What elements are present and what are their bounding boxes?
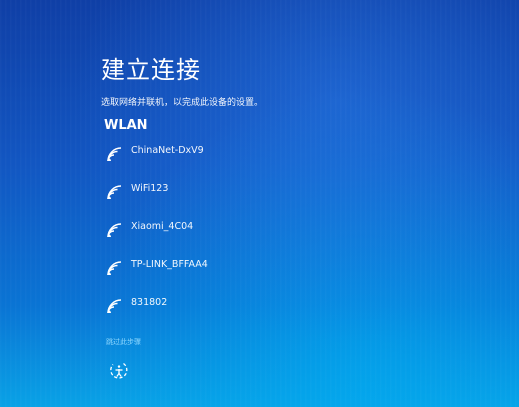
wifi-signal-icon <box>107 185 122 200</box>
wifi-signal-icon <box>107 299 122 314</box>
network-name: ChinaNet-DxV9 <box>131 145 204 156</box>
network-name: Xiaomi_4C04 <box>131 221 194 232</box>
page-subtitle: 选取网络并联机，以完成此设备的设置。 <box>101 98 264 108</box>
network-name: 831802 <box>131 297 168 308</box>
network-list: ChinaNet-DxV9 WiFi123 Xiaomi_4C04 TP-LIN… <box>106 142 326 332</box>
skip-step-link[interactable]: 跳过此步骤 <box>106 337 141 347</box>
wifi-signal-icon <box>107 261 122 276</box>
wifi-signal-icon <box>107 147 122 162</box>
network-item-xiaomi[interactable]: Xiaomi_4C04 <box>106 218 326 256</box>
page-title: 建立连接 <box>101 56 201 84</box>
network-item-wifi123[interactable]: WiFi123 <box>106 180 326 218</box>
network-name: TP-LINK_BFFAA4 <box>131 259 208 270</box>
wlan-heading: WLAN <box>104 118 148 133</box>
wifi-signal-icon <box>107 223 122 238</box>
network-item-tplink[interactable]: TP-LINK_BFFAA4 <box>106 256 326 294</box>
network-item-chinanet[interactable]: ChinaNet-DxV9 <box>106 142 326 180</box>
ease-of-access-button[interactable] <box>108 359 130 381</box>
network-item-831802[interactable]: 831802 <box>106 294 326 332</box>
network-name: WiFi123 <box>131 183 169 194</box>
ease-of-access-icon <box>110 362 128 379</box>
